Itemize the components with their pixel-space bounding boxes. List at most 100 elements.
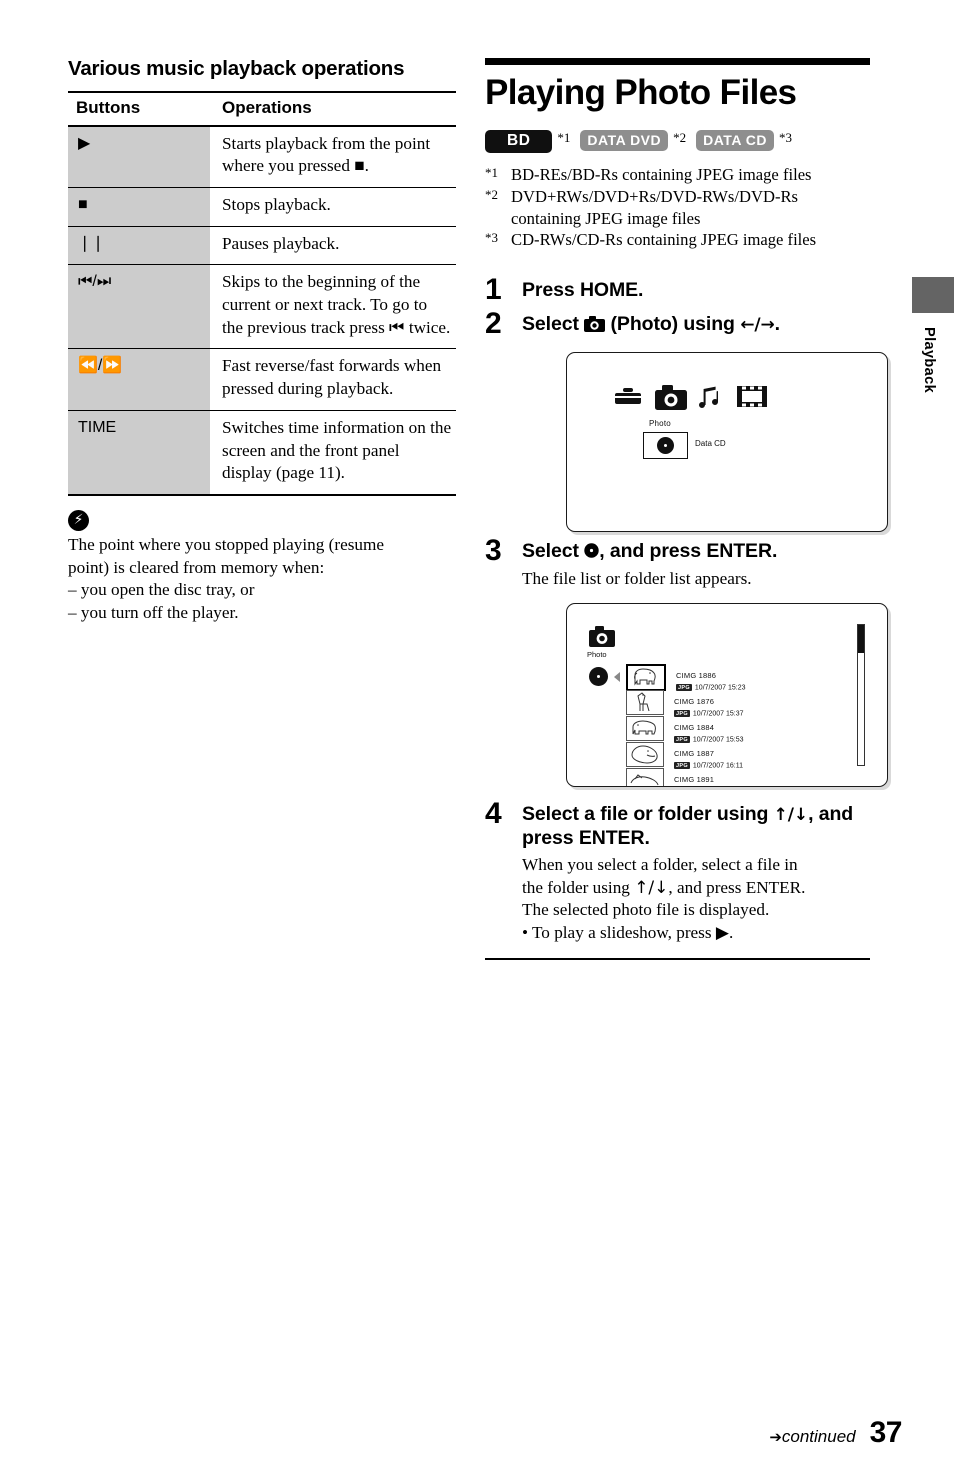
file-name: CIMG 1886 — [676, 671, 717, 681]
file-name: CIMG 1884 — [674, 723, 715, 733]
badge-data-cd-sup: *3 — [779, 129, 793, 145]
list-category-label: Photo — [587, 650, 607, 660]
step2-text-a: Select — [522, 313, 579, 336]
table-row: ❘❘ Pauses playback. — [68, 226, 456, 266]
table-row: ■ Stops playback. — [68, 187, 456, 227]
list-item[interactable]: CIMG 1876 JPG 10/7/2007 15:37 — [626, 690, 826, 718]
right-column: Playing Photo Files BD *1 DATA DVD *2 DA… — [485, 58, 888, 960]
footnote-text: CD-RWs/CD-Rs containing JPEG image files — [511, 229, 817, 249]
thumbnail-giraffe — [626, 690, 664, 716]
step-heading: Press HOME. — [522, 279, 644, 302]
list-item[interactable]: CIMG 1891 — [626, 768, 826, 787]
footnote-text: BD-REs/BD-Rs containing JPEG image files — [511, 164, 812, 184]
step-number: 4 — [485, 797, 502, 831]
arrow-right-icon: ➔ — [769, 1428, 782, 1446]
step4-text-a: Select a file or folder using — [522, 803, 769, 826]
music-operations-table: Buttons Operations ▶ Starts playback fro… — [68, 90, 456, 496]
footnote-text: DVD+RWs/DVD+Rs/DVD-RWs/DVD-Rs containing… — [511, 187, 798, 228]
list-item[interactable]: CIMG 1884 JPG 10/7/2007 15:53 — [626, 716, 826, 744]
step-number: 3 — [485, 534, 502, 568]
section-end-rule — [485, 958, 870, 960]
scrollbar-thumb[interactable] — [858, 625, 864, 654]
home-menu-icons — [614, 385, 767, 411]
badge-bd-sup: *1 — [557, 129, 571, 145]
disc-icon — [657, 437, 674, 455]
step4-bullet: • To play a slideshow, press ▶. — [522, 922, 870, 945]
up-down-arrows: ↑/↓ — [634, 877, 669, 898]
up-down-arrows: ↑/↓ — [773, 805, 809, 826]
step2-text-c: . — [774, 313, 780, 336]
footnote-mark: *1 — [485, 164, 498, 180]
file-list-screen-illustration: Photo CIMG 1886 JPG 10/7/2007 15:23 CIMG… — [566, 603, 888, 788]
operation-cell: Stops playback. — [210, 187, 456, 227]
disc-icon — [584, 541, 599, 565]
button-cell: ▶ — [68, 125, 210, 188]
step2-text-b: (Photo) using — [610, 313, 735, 336]
step-number: 2 — [485, 307, 502, 341]
section-title: Various music playback operations — [68, 57, 405, 80]
file-name: CIMG 1891 — [674, 775, 715, 785]
play-icon: ▶ — [715, 922, 729, 943]
footnote: *3 CD-RWs/CD-Rs containing JPEG image fi… — [485, 229, 870, 252]
music-note-icon — [696, 385, 726, 411]
home-selected-label: Photo — [649, 419, 671, 429]
camera-photo-icon — [589, 626, 615, 648]
left-right-arrows: ←/→ — [740, 315, 775, 336]
media-badges: BD *1 DATA DVD *2 DATA CD *3 — [485, 129, 870, 153]
camera-photo-icon — [584, 315, 606, 339]
thumbnail-elephant — [626, 664, 666, 692]
list-item[interactable]: CIMG 1886 JPG 10/7/2007 15:23 — [626, 664, 826, 692]
list-item[interactable]: CIMG 1887 JPG 10/7/2007 16:11 — [626, 742, 826, 770]
step4-bullet-a: • To play a slideshow, press — [522, 922, 712, 942]
table-header-row: Buttons Operations — [68, 90, 456, 127]
step3-text-a: Select — [522, 540, 579, 563]
file-time: 16:11 — [726, 762, 744, 770]
step-3: 3 Select , and press ENTER. The file lis… — [485, 534, 888, 788]
page-footer: ➔continued 37 — [769, 1416, 902, 1450]
col-header-operations: Operations — [210, 90, 456, 127]
badge-bd: BD — [485, 129, 553, 153]
button-cell: ⏪/⏩ — [68, 348, 210, 411]
step4-subtext: When you select a folder, select a file … — [522, 854, 870, 944]
badge-data-cd: DATA CD — [696, 129, 775, 151]
table-row: TIME Switches time information on the sc… — [68, 410, 456, 496]
side-tab-label: Playback — [921, 327, 937, 394]
heading-rule — [485, 58, 870, 65]
steps: 1 Press HOME. 2 Select (Photo) using ←/→… — [485, 273, 888, 944]
thumbnail-lion — [626, 742, 664, 768]
badge-data-dvd-sup: *2 — [673, 129, 687, 145]
footnote-mark: *3 — [485, 229, 498, 245]
file-list: CIMG 1886 JPG 10/7/2007 15:23 CIMG 1876 … — [626, 664, 826, 787]
note-line-4: – you turn off the player. — [68, 602, 239, 622]
home-disc-item[interactable] — [643, 432, 688, 460]
step3-text-b: , and press ENTER. — [599, 540, 778, 563]
note-block: ⚡ The point where you stopped playing (r… — [68, 509, 438, 624]
page-number: 37 — [869, 1416, 903, 1449]
manual-page: Various music playback operations Button… — [0, 0, 954, 1483]
step4-sub-2b: , and press ENTER. — [668, 877, 806, 897]
note-line-2: point) is cleared from memory when: — [68, 557, 325, 577]
table-row: ⏪/⏩ Fast reverse/fast forwards when pres… — [68, 348, 456, 411]
operation-cell: Switches time information on the screen … — [210, 410, 456, 496]
col-header-buttons: Buttons — [68, 90, 210, 127]
footnote: *1 BD-REs/BD-Rs containing JPEG image fi… — [485, 164, 870, 187]
step-number: 1 — [485, 273, 502, 307]
step-heading: Select a file or folder using ↑/↓, and p… — [522, 803, 870, 851]
scrollbar[interactable] — [857, 624, 865, 767]
operation-cell: Starts playback from the point where you… — [210, 125, 456, 188]
side-tab: Playback — [912, 277, 954, 393]
file-name: CIMG 1887 — [674, 749, 715, 759]
note-line-1: The point where you stopped playing (res… — [68, 534, 384, 554]
home-screen-illustration: Photo Data CD — [566, 352, 888, 533]
step4-bullet-b: . — [728, 922, 734, 942]
footnote: *2 DVD+RWs/DVD+Rs/DVD-RWs/DVD-Rs contain… — [485, 186, 870, 228]
table-row: ⏮/⏭ Skips to the beginning of the curren… — [68, 264, 456, 350]
step3-subtext: The file list or folder list appears. — [522, 568, 752, 588]
note-text: The point where you stopped playing (res… — [68, 534, 438, 624]
film-strip-icon — [737, 385, 767, 411]
step4-sub-line-2: the folder using ↑/↓, and press ENTER. — [522, 877, 870, 900]
disc-icon — [589, 667, 608, 687]
badge-data-dvd: DATA DVD — [580, 129, 669, 151]
step-2: 2 Select (Photo) using ←/→. Photo Data C… — [485, 307, 888, 533]
home-disc-label: Data CD — [695, 439, 726, 449]
